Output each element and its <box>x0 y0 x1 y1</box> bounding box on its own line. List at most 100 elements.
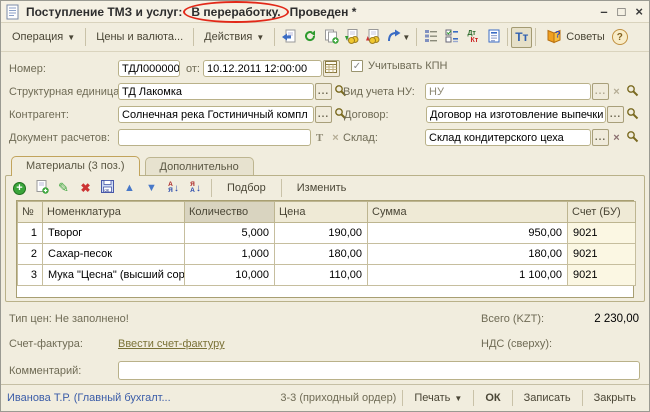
cell-account[interactable]: 9021 <box>568 265 636 286</box>
cell-num[interactable]: 3 <box>18 265 43 286</box>
print-button[interactable]: Печать ▼ <box>407 389 469 407</box>
col-sum[interactable]: Сумма <box>368 202 568 223</box>
statusbar: Иванова Т.Р. (Главный бухгалт... 3-3 (пр… <box>1 384 649 411</box>
contract-group: Договор: Договор на изготовление выпечки… <box>344 106 640 123</box>
sort-asc-button[interactable]: АЯ ↓ <box>164 179 183 198</box>
cell-quantity[interactable]: 1,000 <box>185 244 275 265</box>
tab-materials[interactable]: Материалы (3 поз.) <box>11 156 140 176</box>
settlement-document-input[interactable] <box>118 129 311 146</box>
cell-price[interactable]: 110,00 <box>275 265 368 286</box>
move-down-button[interactable]: ▼ <box>142 179 161 198</box>
actions-menu-button[interactable]: Действия ▼ <box>197 28 271 46</box>
structure-button[interactable] <box>420 27 441 48</box>
settings-list-button[interactable] <box>441 27 462 48</box>
move-up-button[interactable]: ▲ <box>120 179 139 198</box>
prices-currency-label: Цены и валюта... <box>96 31 183 43</box>
debit-credit-icon: ДтКт <box>467 30 478 44</box>
report-list-icon <box>486 28 502 47</box>
delete-row-button[interactable]: ✖ <box>76 179 95 198</box>
save-button[interactable]: Записать <box>517 389 578 407</box>
col-account[interactable]: Счет (БУ) <box>568 202 636 223</box>
table-row[interactable]: 3 Мука "Цесна" (высший сорт) 10,000 110,… <box>18 265 636 286</box>
advice-button[interactable]: ? Советы <box>539 25 611 50</box>
structural-unit-input[interactable]: ТД Лакомка <box>118 83 314 100</box>
edit-row-button[interactable]: ✎ <box>54 179 73 198</box>
description-toggle-button[interactable]: Тт <box>511 27 532 48</box>
enter-invoice-link[interactable]: Ввести счет-фактуру <box>118 338 225 350</box>
reread-icon <box>281 28 297 47</box>
copy-row-icon <box>34 179 50 198</box>
cell-nomenclature[interactable]: Мука "Цесна" (высший сорт) <box>43 265 185 286</box>
nu-account-select-button[interactable]: ... <box>592 83 609 100</box>
counterparty-select-button[interactable]: ... <box>315 106 332 123</box>
table-row[interactable]: 2 Сахар-песок 1,000 180,00 180,00 9021 <box>18 244 636 265</box>
prices-currency-button[interactable]: Цены и валюта... <box>89 28 190 46</box>
invoice-row: Счет-фактура: Ввести счет-фактуру НДС (с… <box>9 336 640 352</box>
warehouse-open-button[interactable] <box>625 129 640 146</box>
table-empty-area[interactable] <box>17 286 633 297</box>
tab-additional[interactable]: Дополнительно <box>145 157 254 175</box>
warehouse-input[interactable]: Склад кондитерского цеха <box>425 129 591 146</box>
settlement-document-clear-button[interactable]: × <box>329 129 343 146</box>
cell-quantity[interactable]: 10,000 <box>185 265 275 286</box>
cell-nomenclature[interactable]: Сахар-песок <box>43 244 185 265</box>
col-num[interactable]: № <box>18 202 43 223</box>
date-input[interactable]: 10.12.2011 12:00:00 <box>203 60 322 77</box>
add-icon: + <box>13 182 26 195</box>
cell-sum[interactable]: 950,00 <box>368 223 568 244</box>
maximize-button[interactable]: □ <box>618 5 626 19</box>
contract-input[interactable]: Договор на изготовление выпечки <box>426 106 606 123</box>
sort-desc-button[interactable]: ЯА ↓ <box>186 179 205 198</box>
minimize-button[interactable]: – <box>600 5 607 19</box>
change-button[interactable]: Изменить <box>288 180 356 196</box>
post-document-button[interactable] <box>341 27 362 48</box>
col-nomenclature[interactable]: Номенклатура <box>43 202 185 223</box>
copy-button[interactable] <box>320 27 341 48</box>
contract-select-button[interactable]: ... <box>607 106 624 123</box>
structural-unit-select-button[interactable]: ... <box>315 83 332 100</box>
comment-input[interactable] <box>118 361 640 380</box>
cell-account[interactable]: 9021 <box>568 244 636 265</box>
contract-open-button[interactable] <box>625 106 640 123</box>
unpost-document-button[interactable] <box>362 27 383 48</box>
col-quantity[interactable]: Количество <box>185 202 275 223</box>
calendar-button[interactable] <box>323 60 340 77</box>
advice-label: Советы <box>566 31 604 43</box>
cell-quantity[interactable]: 5,000 <box>185 223 275 244</box>
add-row-button[interactable]: + <box>10 179 29 198</box>
cell-account[interactable]: 9021 <box>568 223 636 244</box>
help-button[interactable]: ? <box>612 29 628 45</box>
end-edit-button[interactable]: ок <box>98 179 117 198</box>
operation-menu-button[interactable]: Операция ▼ <box>5 28 82 46</box>
number-input[interactable]: ТДЛ00000027 <box>118 60 180 77</box>
nu-account-open-button[interactable] <box>625 83 640 100</box>
counterparty-input[interactable]: Солнечная река Гостиничный компл <box>118 106 314 123</box>
col-price[interactable]: Цена <box>275 202 368 223</box>
pick-button[interactable]: Подбор <box>218 180 275 196</box>
cell-price[interactable]: 190,00 <box>275 223 368 244</box>
reread-button[interactable] <box>278 27 299 48</box>
warehouse-clear-button[interactable]: × <box>610 129 624 146</box>
close-button[interactable]: × <box>635 5 643 19</box>
dtkt-button[interactable]: ДтКт <box>462 27 483 48</box>
cell-price[interactable]: 180,00 <box>275 244 368 265</box>
document-movements-button[interactable] <box>483 27 504 48</box>
responsible-user-link[interactable]: Иванова Т.Р. (Главный бухгалт... <box>7 392 171 404</box>
cell-num[interactable]: 2 <box>18 244 43 265</box>
warehouse-select-button[interactable]: ... <box>592 129 609 146</box>
nu-account-clear-button[interactable]: × <box>610 83 624 100</box>
close-window-button[interactable]: Закрыть <box>587 389 643 407</box>
refresh-button[interactable] <box>299 27 320 48</box>
cell-sum[interactable]: 180,00 <box>368 244 568 265</box>
cell-sum[interactable]: 1 100,00 <box>368 265 568 286</box>
table-row[interactable]: 1 Творог 5,000 190,00 950,00 9021 <box>18 223 636 244</box>
copy-row-button[interactable] <box>32 179 51 198</box>
ok-button[interactable]: ОК <box>478 389 507 407</box>
pencil-icon: ✎ <box>58 180 69 196</box>
nu-account-input[interactable]: НУ <box>425 83 591 100</box>
goto-menu-button[interactable]: ▼ <box>383 27 413 48</box>
settlement-document-type-button[interactable]: T <box>312 129 328 146</box>
cell-num[interactable]: 1 <box>18 223 43 244</box>
cell-nomenclature[interactable]: Творог <box>43 223 185 244</box>
kpn-checkbox[interactable]: ✓ <box>351 60 363 72</box>
